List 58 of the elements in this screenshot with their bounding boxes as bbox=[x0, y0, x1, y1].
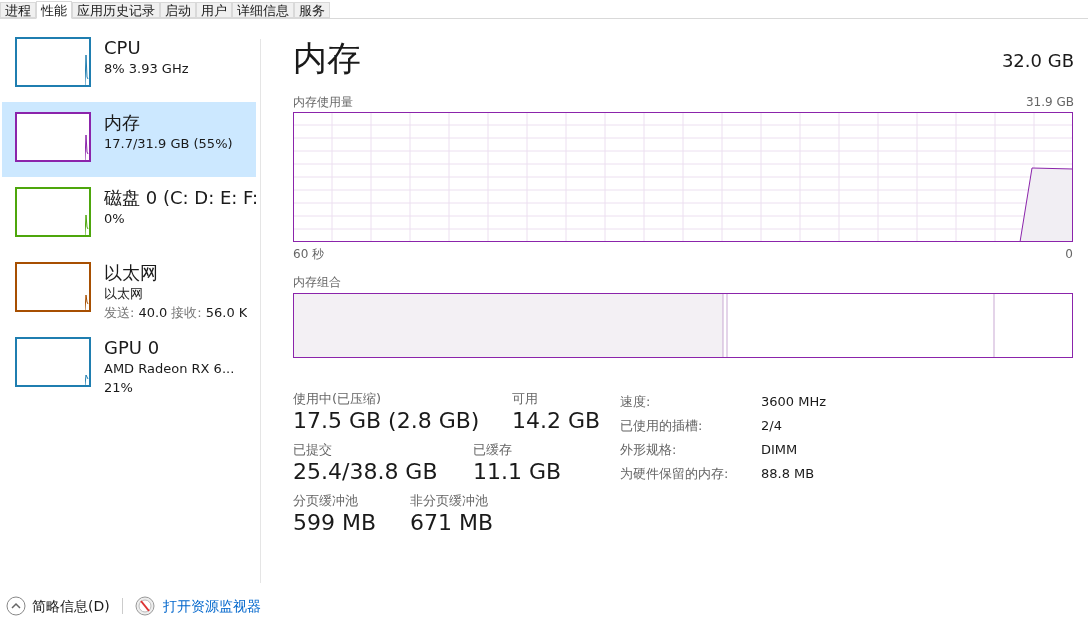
tab[interactable]: 启动 bbox=[160, 2, 196, 18]
graph-label: 内存使用量 bbox=[293, 94, 353, 110]
stat-label: 分页缓冲池 bbox=[293, 492, 359, 509]
axis-label: 60 秒 bbox=[293, 246, 325, 262]
detail-label: 已使用的插槽: bbox=[620, 417, 704, 435]
item-detail: 17.7/31.9 GB (55%) bbox=[104, 135, 233, 153]
tab[interactable]: 详细信息 bbox=[232, 2, 294, 18]
stat-value: 17.5 GB (2.8 GB) bbox=[293, 407, 481, 435]
resource-monitor-link[interactable]: 打开资源监视器 bbox=[162, 596, 261, 616]
stat-label: 已缓存 bbox=[473, 441, 513, 458]
tab[interactable]: 进程 bbox=[0, 2, 36, 18]
item-name: 以太网 bbox=[104, 262, 159, 284]
monitor-icon bbox=[134, 596, 155, 616]
detail-value: 88.8 MB bbox=[761, 465, 815, 483]
tab[interactable]: 用户 bbox=[196, 2, 232, 18]
detail-label: 外形规格: bbox=[620, 441, 678, 459]
rate-value: 40.0 bbox=[138, 304, 168, 322]
rate-label: 接收: bbox=[171, 304, 202, 322]
rate-label: 发送: bbox=[104, 304, 135, 322]
sidebar-item[interactable]: 以太网 以太网 发送: 40.0 接收: 56.0 K bbox=[2, 252, 256, 327]
stat-label: 使用中(已压缩) bbox=[293, 390, 383, 407]
detail-value: DIMM bbox=[761, 441, 798, 459]
composition-label: 内存组合 bbox=[293, 274, 342, 290]
tab[interactable]: 应用历史记录 bbox=[72, 2, 160, 18]
tab[interactable]: 服务 bbox=[294, 2, 330, 18]
item-detail: 21% bbox=[104, 379, 134, 397]
stat-label: 可用 bbox=[512, 390, 539, 407]
page-title: 内存 bbox=[293, 38, 361, 78]
stat-label: 非分页缓冲池 bbox=[410, 492, 489, 509]
sidebar-item[interactable]: CPU 8% 3.93 GHz bbox=[2, 27, 256, 102]
item-detail: AMD Radeon RX 6... bbox=[104, 360, 235, 378]
item-detail: 8% 3.93 GHz bbox=[104, 60, 189, 78]
detail-label: 速度: bbox=[620, 393, 652, 411]
item-name: GPU 0 bbox=[104, 337, 161, 359]
stat-value: 671 MB bbox=[410, 509, 494, 537]
graph-max: 31.9 GB bbox=[1025, 94, 1074, 110]
item-detail: 0% bbox=[104, 210, 126, 228]
rate-value: 56.0 K bbox=[205, 304, 248, 322]
total-memory: 32.0 GB bbox=[1001, 50, 1074, 72]
item-detail: 以太网 bbox=[104, 285, 144, 303]
summary-toggle[interactable]: 简略信息(D) bbox=[6, 596, 110, 616]
stat-value: 14.2 GB bbox=[512, 407, 601, 435]
stat-label: 已提交 bbox=[293, 441, 333, 458]
tab[interactable]: 性能 bbox=[36, 1, 72, 19]
sidebar-item[interactable]: 磁盘 0 (C: D: E: F: 0% bbox=[2, 177, 256, 252]
axis-label: 0 bbox=[1065, 246, 1073, 262]
detail-label: 为硬件保留的内存: bbox=[620, 465, 730, 483]
item-name: 磁盘 0 (C: D: E: F: bbox=[104, 187, 256, 209]
item-name: CPU bbox=[104, 37, 142, 59]
sidebar-item[interactable]: 内存 17.7/31.9 GB (55%) bbox=[2, 102, 256, 177]
detail-value: 3600 MHz bbox=[761, 393, 827, 411]
detail-value: 2/4 bbox=[761, 417, 782, 435]
stat-value: 25.4/38.8 GB bbox=[293, 458, 439, 486]
chevron-up-icon bbox=[6, 596, 26, 616]
item-name: 内存 bbox=[104, 112, 141, 134]
sidebar-item[interactable]: GPU 0 AMD Radeon RX 6... 21% bbox=[2, 327, 256, 402]
stat-value: 599 MB bbox=[293, 509, 378, 537]
stat-value: 11.1 GB bbox=[473, 458, 562, 486]
